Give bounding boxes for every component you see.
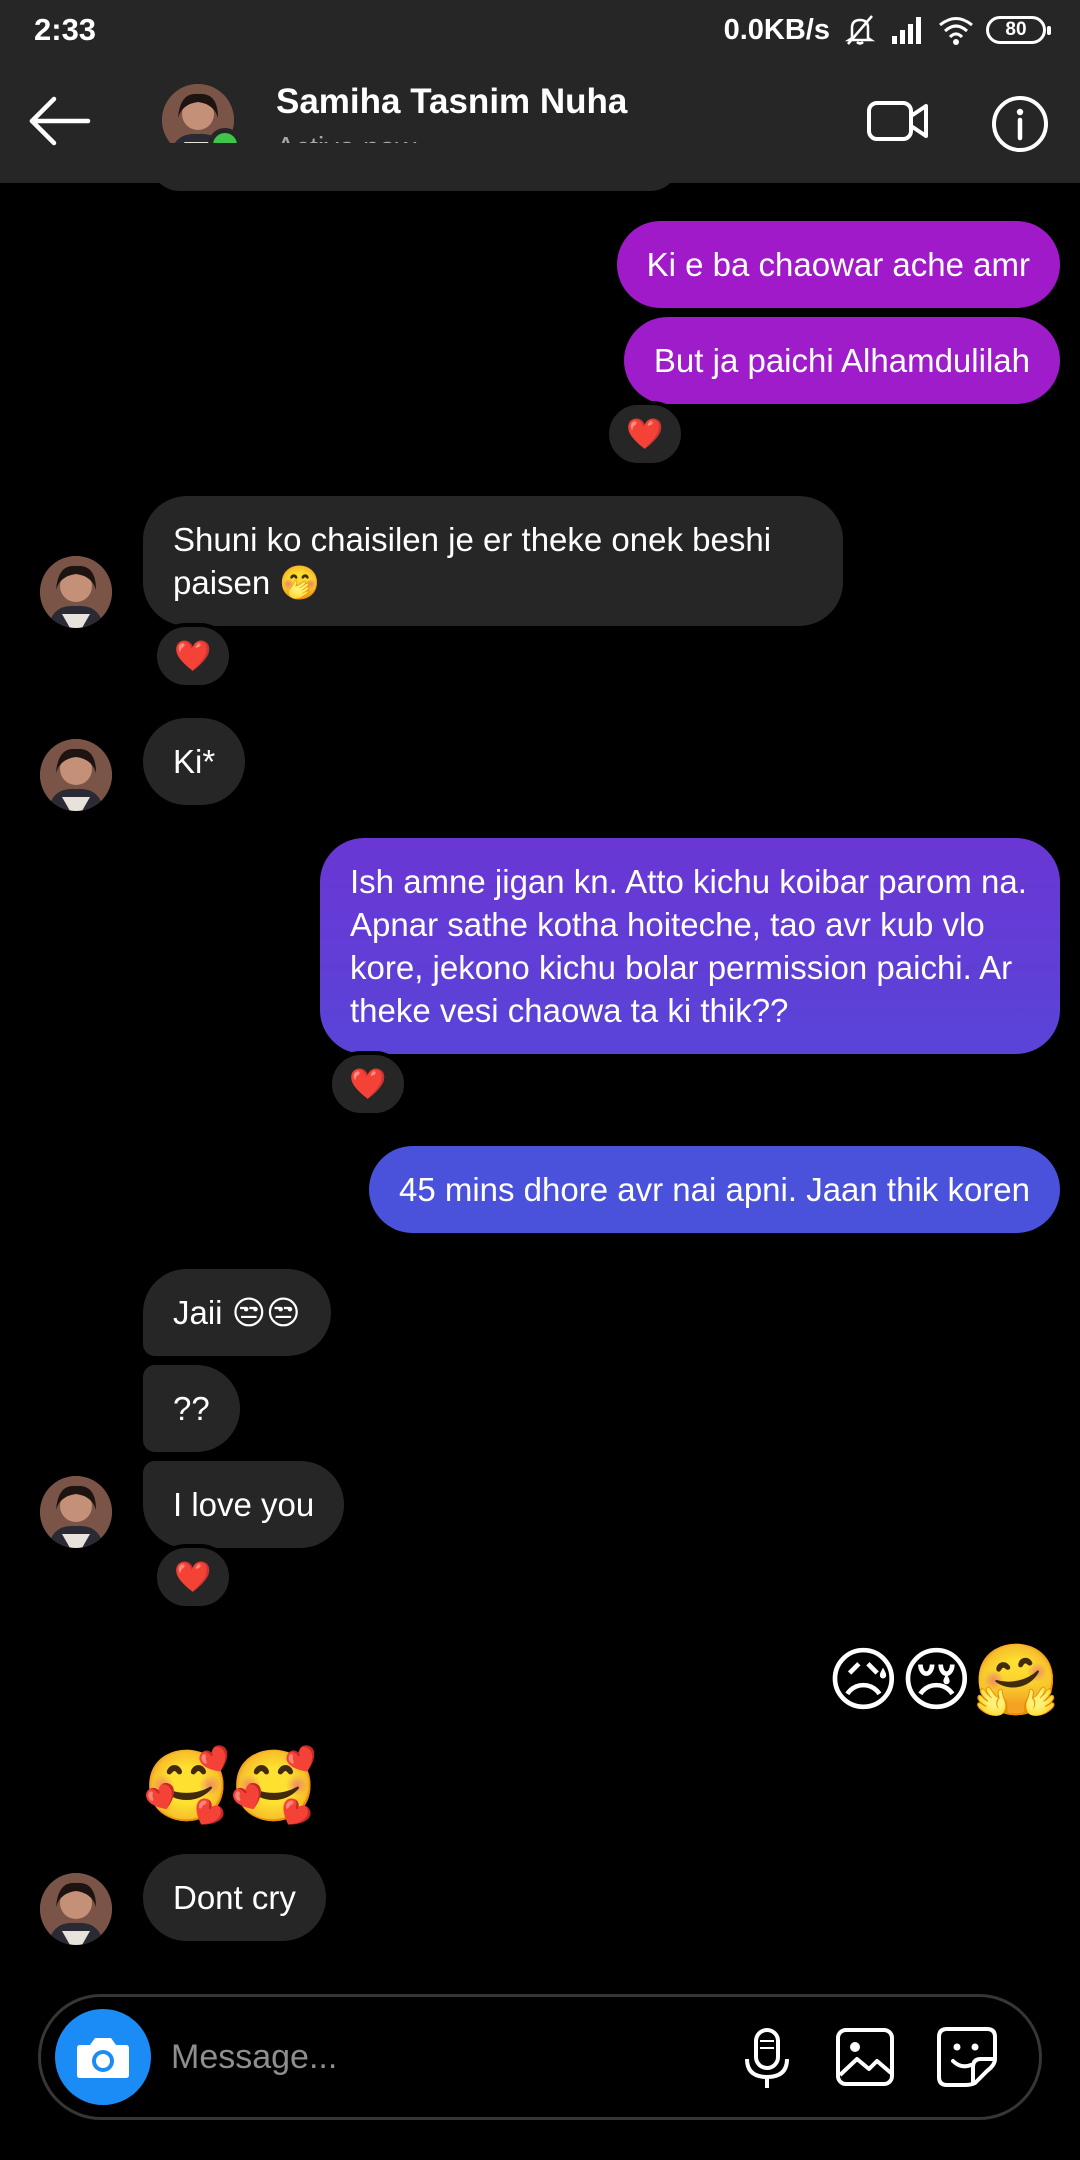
message-text: Dont cry (173, 1879, 296, 1916)
camera-icon (77, 2038, 129, 2078)
message-text: But ja paichi Alhamdulilah (653, 342, 1030, 379)
outgoing-message[interactable]: Ki e ba chaowar ache amr (616, 221, 1060, 308)
reaction-emoji: ❤️ (349, 1067, 387, 1101)
heart-reaction[interactable]: ❤️ (328, 1051, 408, 1117)
contact-name[interactable]: Samiha Tasnim Nuha (276, 82, 627, 122)
battery-icon: 80 (986, 16, 1051, 44)
signal-icon (892, 17, 921, 44)
info-icon[interactable] (990, 94, 1050, 154)
sender-avatar[interactable] (40, 739, 112, 811)
message-text: Jaii 😒😒 (173, 1294, 301, 1331)
message-text: Ki* (173, 743, 216, 780)
outgoing-message[interactable]: Ish amne jigan kn. Atto kichu koibar par… (320, 838, 1060, 1054)
message-thread[interactable]: Ki e ba chaowar ache amr But ja paichi A… (0, 143, 1080, 1983)
camera-button[interactable] (55, 2009, 151, 2105)
gallery-icon[interactable] (835, 2027, 895, 2087)
message-text: 45 mins dhore avr nai apni. Jaan thik ko… (398, 1171, 1030, 1208)
network-speed: 0.0KB/s (723, 13, 830, 46)
outgoing-emoji-message[interactable]: 😥😢🤗 (827, 1635, 1060, 1725)
sender-avatar[interactable] (40, 1476, 112, 1548)
incoming-emoji-message[interactable]: 🥰🥰 (143, 1741, 317, 1831)
sender-avatar[interactable] (40, 1873, 112, 1945)
incoming-message[interactable]: Dont cry (143, 1854, 326, 1941)
status-bar: 2:33 0.0KB/s 80 (0, 0, 1080, 60)
incoming-message[interactable]: I love you (143, 1461, 345, 1548)
incoming-message[interactable]: ?? (143, 1365, 240, 1452)
video-call-icon[interactable] (866, 94, 930, 148)
message-text: ?? (173, 1390, 210, 1427)
reaction-emoji: ❤️ (626, 417, 664, 451)
heart-reaction[interactable]: ❤️ (153, 623, 233, 689)
emoji-text: 😥😢🤗 (826, 1641, 1060, 1719)
status-icons: 0.0KB/s 80 (723, 12, 1051, 48)
incoming-message[interactable]: Jaii 😒😒 (143, 1269, 331, 1356)
outgoing-message[interactable]: 45 mins dhore avr nai apni. Jaan thik ko… (368, 1146, 1060, 1233)
microphone-icon[interactable] (737, 2027, 797, 2091)
message-input[interactable] (171, 2027, 731, 2087)
heart-reaction[interactable]: ❤️ (153, 1544, 233, 1610)
sender-avatar[interactable] (40, 556, 112, 628)
message-text: I love you (173, 1486, 315, 1523)
mute-bell-icon (844, 15, 876, 45)
message-composer (38, 1994, 1042, 2120)
emoji-text: 🥰🥰 (143, 1747, 318, 1825)
heart-reaction[interactable]: ❤️ (605, 401, 685, 467)
partial-message-bubble (150, 143, 680, 191)
incoming-message[interactable]: Ki* (143, 718, 246, 805)
incoming-message[interactable]: Shuni ko chaisilen je er theke onek besh… (143, 496, 843, 626)
battery-level: 80 (1005, 19, 1027, 40)
status-time: 2:33 (34, 12, 97, 47)
message-text: Ki e ba chaowar ache amr (646, 246, 1030, 283)
reaction-emoji: ❤️ (174, 1560, 212, 1594)
sticker-icon[interactable] (935, 2025, 999, 2089)
outgoing-message[interactable]: But ja paichi Alhamdulilah (623, 317, 1060, 404)
reaction-emoji: ❤️ (174, 639, 212, 673)
wifi-icon (939, 17, 973, 45)
message-text: Shuni ko chaisilen je er theke onek besh… (173, 521, 772, 601)
back-arrow-icon[interactable] (28, 94, 92, 148)
message-text: Ish amne jigan kn. Atto kichu koibar par… (350, 863, 1027, 1029)
